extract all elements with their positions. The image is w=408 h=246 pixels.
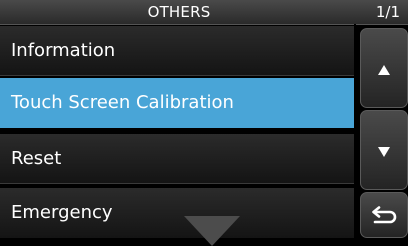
- scroll-up-button[interactable]: [360, 28, 408, 108]
- return-arrow-icon: [372, 206, 397, 224]
- triangle-down-icon: [378, 147, 390, 157]
- scroll-down-button[interactable]: [360, 110, 408, 190]
- menu-item-emergency[interactable]: Emergency: [0, 188, 354, 238]
- menu-item-label: Reset: [11, 148, 62, 169]
- back-button[interactable]: [360, 192, 408, 238]
- scroll-controls: [356, 26, 408, 240]
- page-indicator: 1/1: [375, 3, 400, 21]
- screen-title: OTHERS: [147, 3, 211, 21]
- menu-item-touch-screen-calibration[interactable]: Touch Screen Calibration: [0, 78, 354, 128]
- triangle-up-icon: [378, 65, 390, 75]
- title-bar: OTHERS 1/1: [0, 0, 408, 25]
- menu-item-label: Information: [11, 40, 116, 61]
- menu-item-information[interactable]: Information: [0, 26, 354, 76]
- menu-item-label: Touch Screen Calibration: [11, 92, 234, 113]
- menu-item-reset[interactable]: Reset: [0, 134, 354, 184]
- more-items-indicator-icon: [184, 216, 240, 246]
- menu-item-label: Emergency: [11, 202, 113, 223]
- menu-list: Information Touch Screen Calibration Res…: [0, 26, 354, 246]
